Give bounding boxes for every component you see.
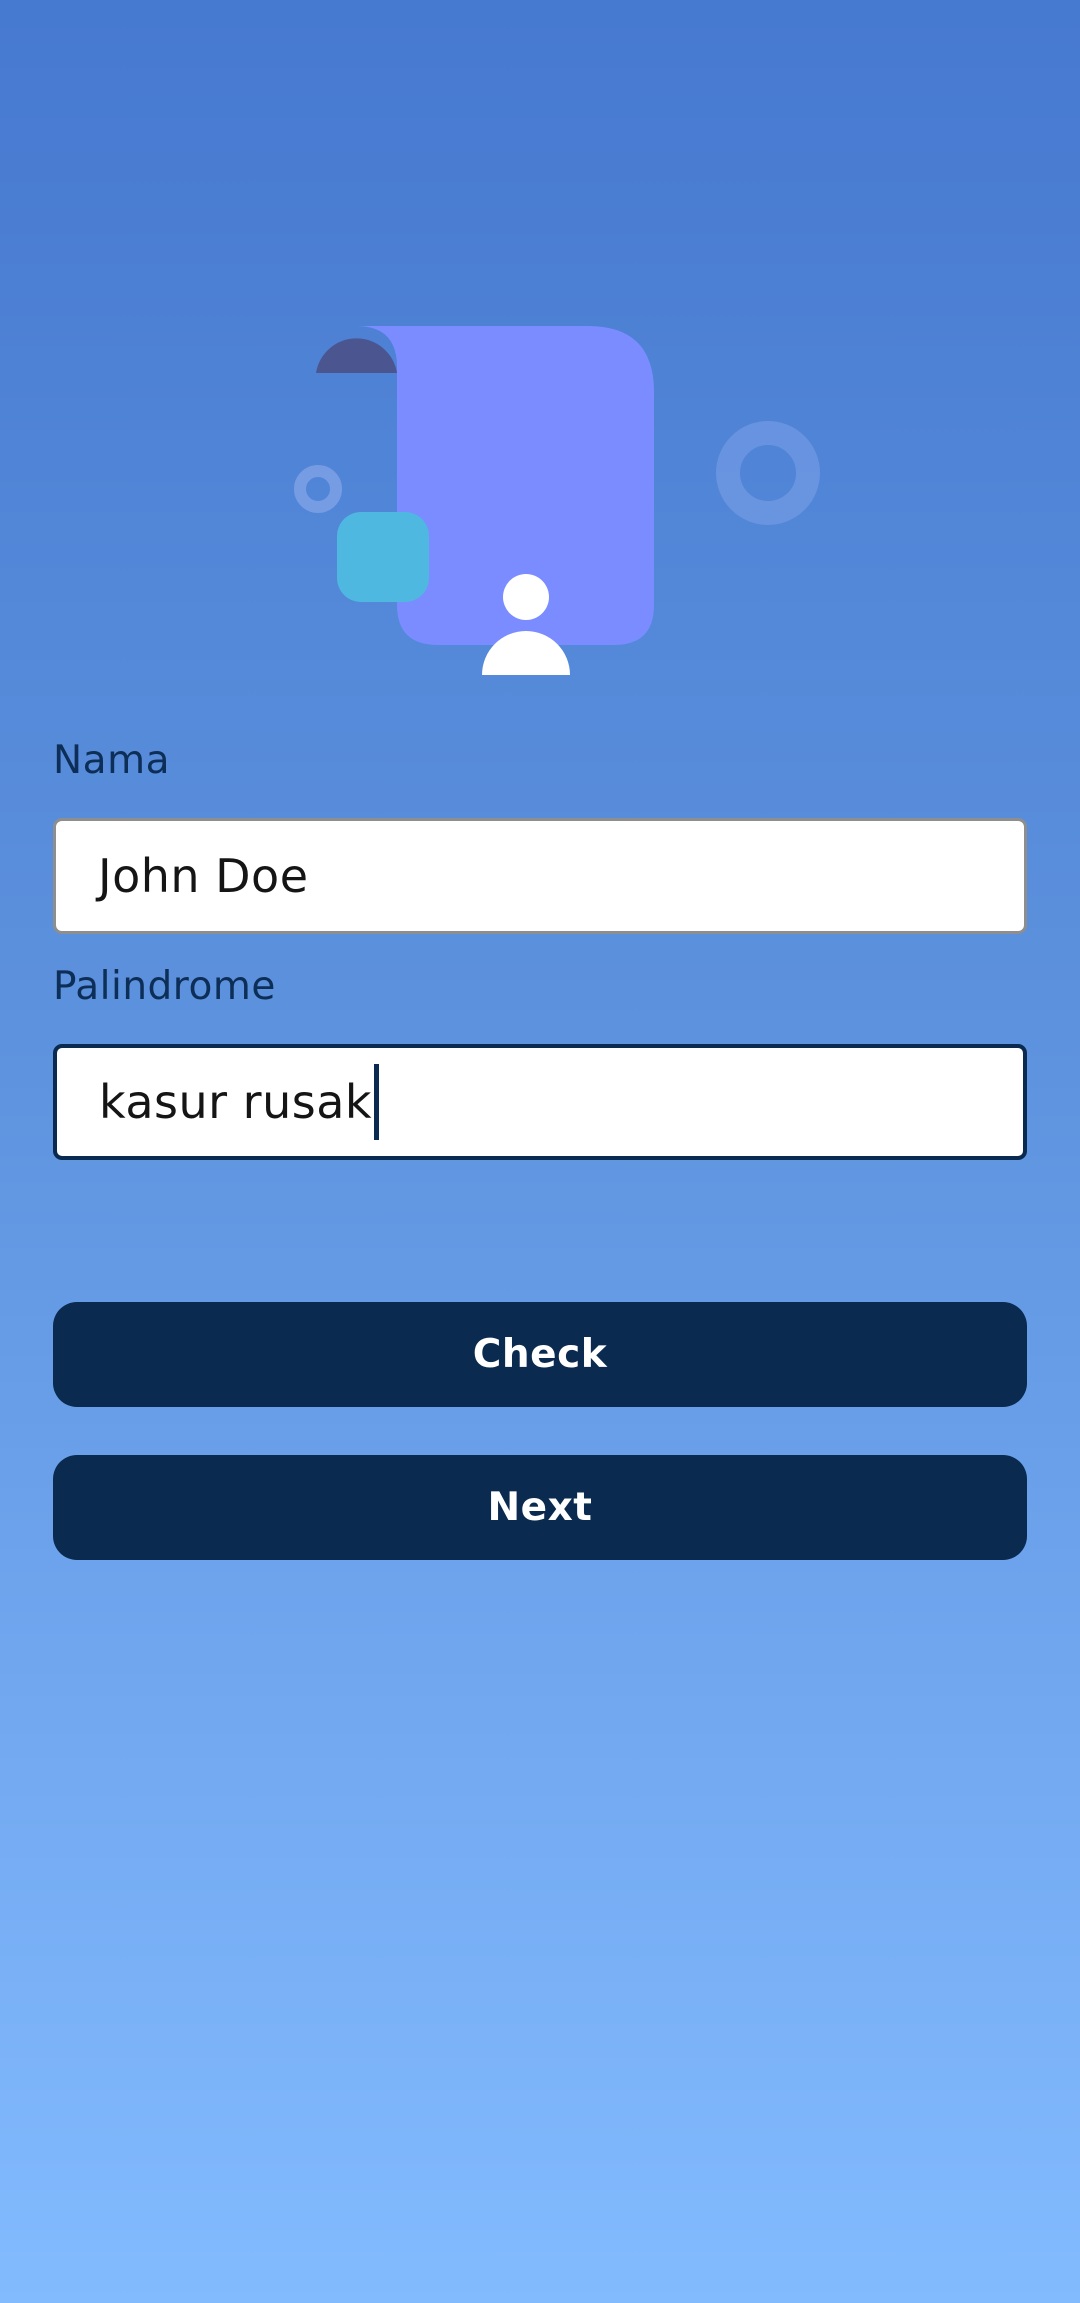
accent-square-shape [337, 512, 429, 602]
next-button[interactable]: Next [53, 1455, 1027, 1560]
name-input[interactable]: John Doe [53, 818, 1027, 934]
palindrome-input[interactable]: kasur rusak [53, 1044, 1027, 1160]
small-ring-icon [294, 465, 342, 513]
name-input-value: John Doe [98, 849, 309, 903]
text-cursor [374, 1064, 380, 1140]
user-profile-illustration [294, 326, 820, 675]
screen: { "form": { "name_label": "Nama", "name_… [0, 0, 1080, 2303]
check-button[interactable]: Check [53, 1302, 1027, 1407]
palindrome-input-value: kasur rusak [99, 1075, 373, 1129]
large-ring-icon [716, 421, 820, 525]
palindrome-label: Palindrome [53, 964, 276, 1009]
name-label: Nama [53, 738, 170, 783]
document-tab-shape [316, 338, 397, 373]
